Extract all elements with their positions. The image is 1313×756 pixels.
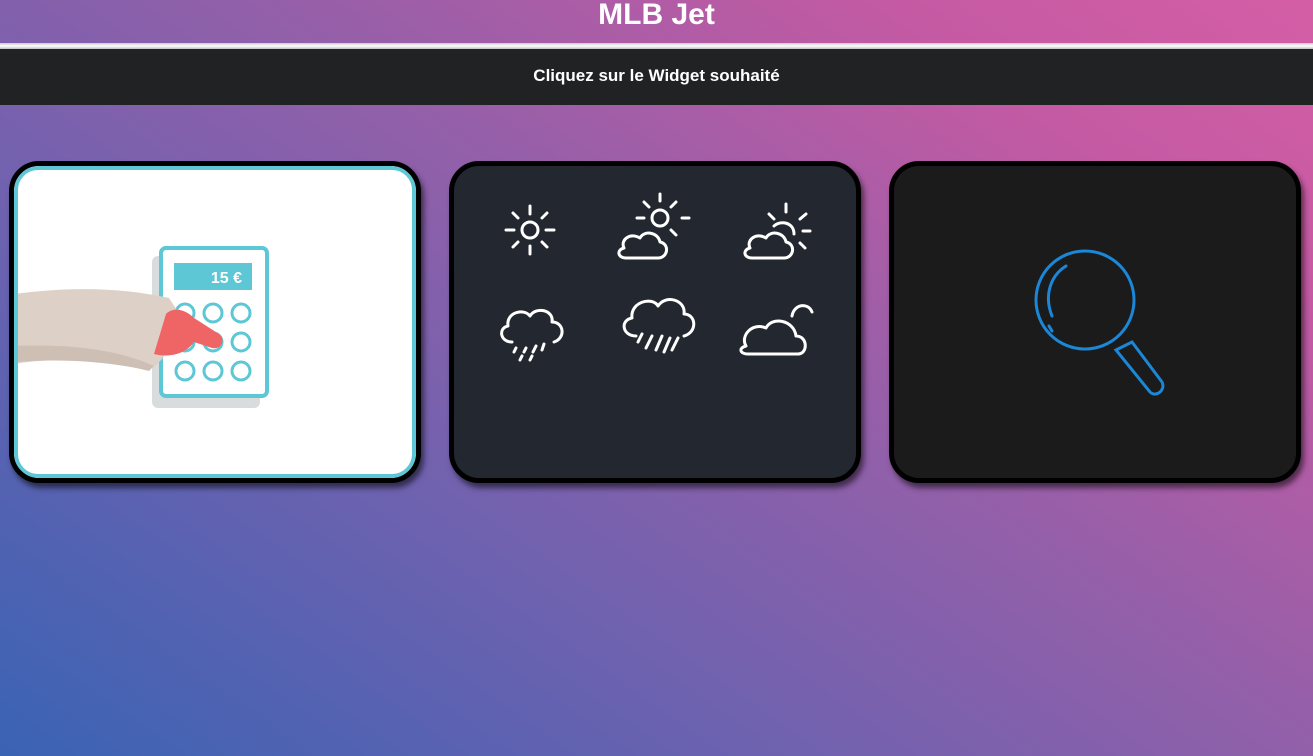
light-rain-icon: [500, 308, 564, 362]
instruction-text: Cliquez sur le Widget souhaité: [533, 66, 780, 85]
cloudy-icon: [739, 304, 814, 356]
page-title-text: MLB Jet: [598, 0, 715, 31]
instruction-bar: Cliquez sur le Widget souhaité: [0, 49, 1313, 105]
search-widget[interactable]: [889, 161, 1301, 483]
weather-widget[interactable]: [449, 161, 861, 483]
cloud-sun-icon: [743, 202, 812, 260]
sun-icon: [504, 204, 556, 256]
search-icon: [1034, 249, 1165, 396]
calculator-widget-frame: [14, 166, 416, 478]
weather-illustration: [500, 192, 814, 362]
calculator-widget[interactable]: 15 €: [9, 161, 421, 483]
partly-cloudy-icon: [617, 192, 691, 260]
page-title: MLB Jet: [0, 0, 1313, 44]
heavy-rain-icon: [622, 298, 696, 354]
